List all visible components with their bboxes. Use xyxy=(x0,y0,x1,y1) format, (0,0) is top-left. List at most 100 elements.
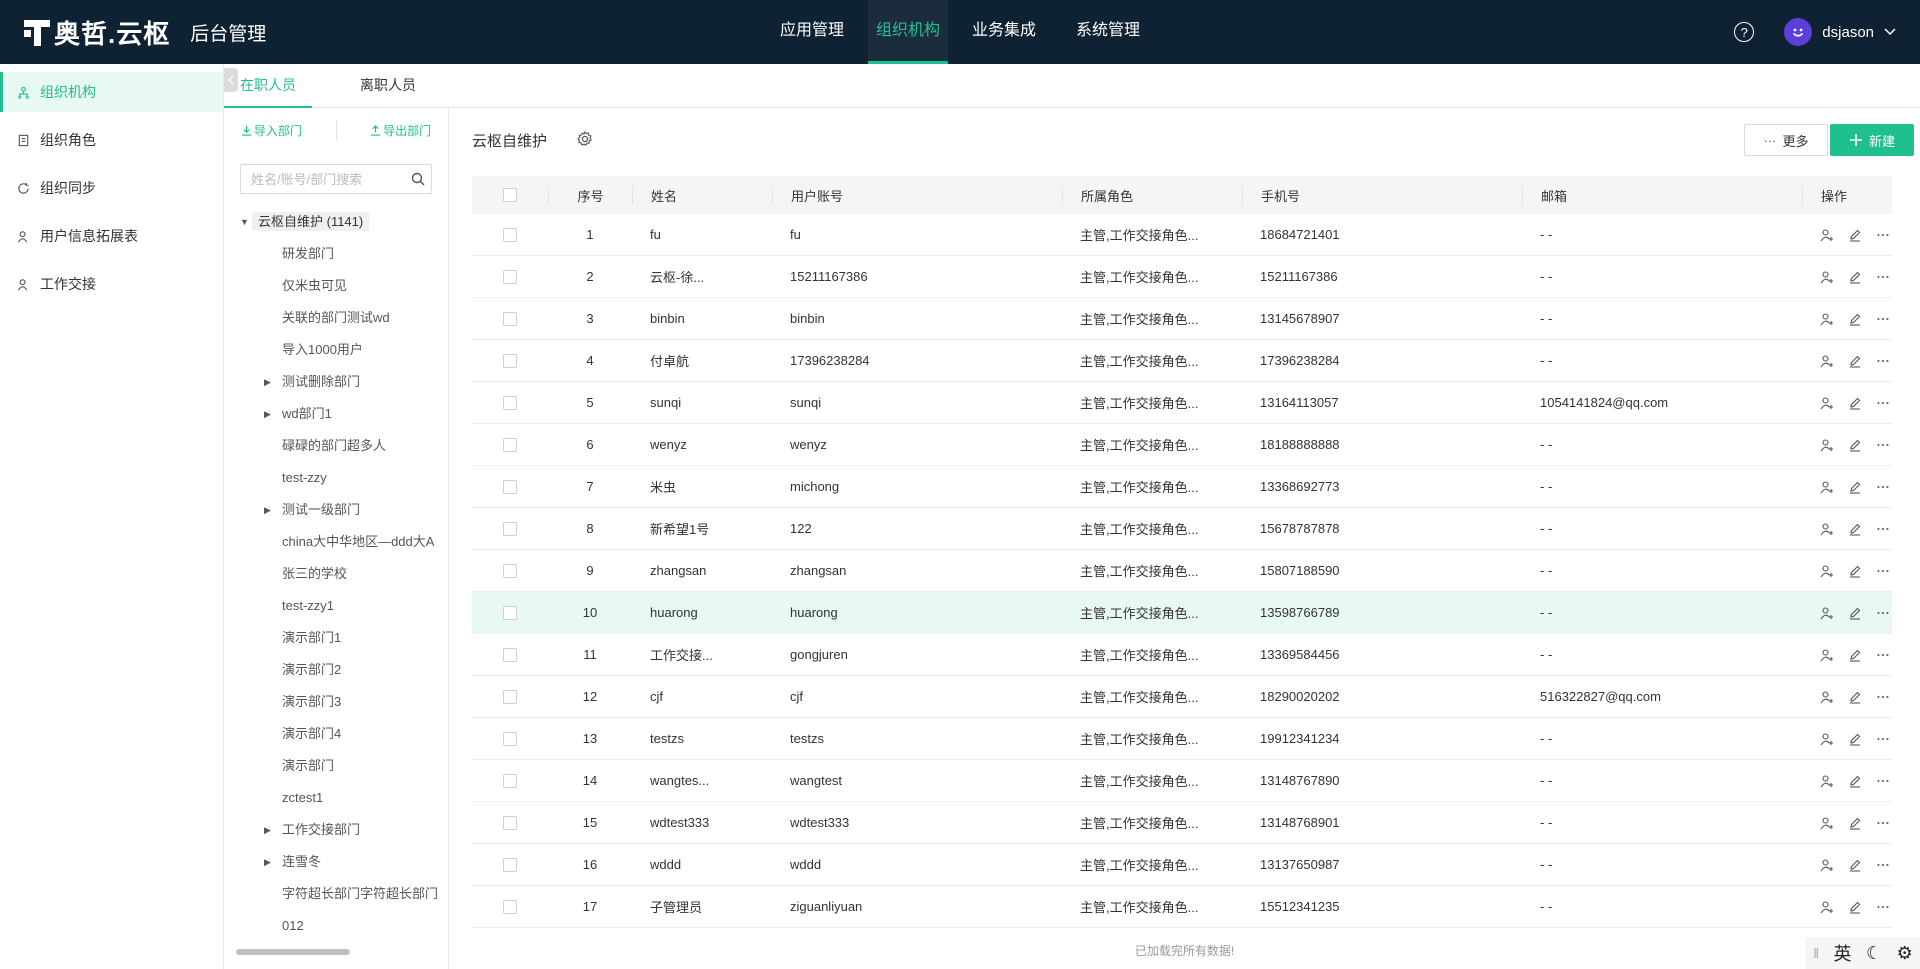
more-actions-icon[interactable] xyxy=(1876,690,1890,704)
edit-icon[interactable] xyxy=(1848,312,1862,326)
table-row[interactable]: 16 wddd wddd 主管,工作交接角色... 13137650987 - - xyxy=(472,844,1892,886)
table-row[interactable]: 2 云枢-徐... 15211167386 主管,工作交接角色... 152111673… xyxy=(472,256,1892,298)
row-checkbox[interactable] xyxy=(503,689,517,704)
tree-node[interactable]: 张三的学校 xyxy=(224,558,448,590)
tree-node[interactable]: ▶ 测试一级部门 xyxy=(224,494,448,526)
row-checkbox[interactable] xyxy=(503,437,517,452)
user-settings-icon[interactable] xyxy=(1820,858,1834,872)
collapse-handle[interactable] xyxy=(224,68,238,92)
row-checkbox[interactable] xyxy=(503,311,517,326)
username[interactable]: dsjason xyxy=(1822,24,1874,41)
caret-right-icon[interactable]: ▶ xyxy=(264,366,274,398)
caret-down-icon[interactable]: ▼ xyxy=(240,206,250,238)
more-actions-icon[interactable] xyxy=(1876,480,1890,494)
more-actions-icon[interactable] xyxy=(1876,732,1890,746)
tree-node[interactable]: 演示部门2 xyxy=(224,654,448,686)
row-checkbox[interactable] xyxy=(503,479,517,494)
horizontal-scrollbar[interactable] xyxy=(236,949,350,955)
table-row[interactable]: 14 wangtes... wangtest 主管,工作交接角色... 13148767… xyxy=(472,760,1892,802)
top-nav-item-1[interactable]: 组织机构 xyxy=(868,0,949,64)
edit-icon[interactable] xyxy=(1848,606,1862,620)
user-settings-icon[interactable] xyxy=(1820,648,1834,662)
table-row[interactable]: 9 zhangsan zhangsan 主管,工作交接角色... 15807188590… xyxy=(472,550,1892,592)
tree-node[interactable]: ▶ wd部门1 xyxy=(224,398,448,430)
new-button[interactable]: 新建 xyxy=(1830,124,1914,156)
row-checkbox[interactable] xyxy=(503,731,517,746)
table-row[interactable]: 10 huarong huarong 主管,工作交接角色... 13598766789 -… xyxy=(472,592,1892,634)
edit-icon[interactable] xyxy=(1848,900,1862,914)
row-checkbox[interactable] xyxy=(503,605,517,620)
tree-node[interactable]: zctest1 xyxy=(224,782,448,814)
more-actions-icon[interactable] xyxy=(1876,858,1890,872)
more-actions-icon[interactable] xyxy=(1876,816,1890,830)
user-settings-icon[interactable] xyxy=(1820,270,1834,284)
row-checkbox[interactable] xyxy=(503,815,517,830)
sidebar-item-3[interactable]: 用户信息拓展表 xyxy=(0,216,223,256)
user-settings-icon[interactable] xyxy=(1820,606,1834,620)
user-settings-icon[interactable] xyxy=(1820,438,1834,452)
tree-node[interactable]: ▶ 连雪冬 xyxy=(224,846,448,878)
tree-node[interactable]: 字符超长部门字符超长部门 xyxy=(224,878,448,910)
user-settings-icon[interactable] xyxy=(1820,396,1834,410)
row-checkbox[interactable] xyxy=(503,899,517,914)
tree-node[interactable]: 012 xyxy=(224,910,448,942)
sidebar-item-1[interactable]: 组织角色 xyxy=(0,120,223,160)
more-actions-icon[interactable] xyxy=(1876,774,1890,788)
gear-icon[interactable] xyxy=(576,130,594,148)
table-row[interactable]: 17 子管理员 ziguanliyuan 主管,工作交接角色... 1551234123… xyxy=(472,886,1892,928)
avatar[interactable] xyxy=(1784,18,1813,46)
tree-search-input[interactable] xyxy=(241,165,411,193)
edit-icon[interactable] xyxy=(1848,438,1862,452)
user-settings-icon[interactable] xyxy=(1820,732,1834,746)
tree-node[interactable]: 演示部门4 xyxy=(224,718,448,750)
tree-node[interactable]: 演示部门1 xyxy=(224,622,448,654)
help-icon[interactable]: ? xyxy=(1734,22,1755,42)
tree-node[interactable]: 演示部门3 xyxy=(224,686,448,718)
table-row[interactable]: 8 新希望1号 122 主管,工作交接角色... 15678787878 - - xyxy=(472,508,1892,550)
row-checkbox[interactable] xyxy=(503,269,517,284)
edit-icon[interactable] xyxy=(1848,228,1862,242)
row-checkbox[interactable] xyxy=(503,773,517,788)
select-all-checkbox[interactable] xyxy=(503,188,517,202)
chevron-down-icon[interactable] xyxy=(1884,25,1896,39)
top-nav-item-0[interactable]: 应用管理 xyxy=(772,0,852,64)
tree-node[interactable]: test-zzy xyxy=(224,462,448,494)
table-row[interactable]: 11 工作交接... gongjuren 主管,工作交接角色... 1336958445… xyxy=(472,634,1892,676)
moon-icon[interactable]: ☾ xyxy=(1866,943,1882,964)
edit-icon[interactable] xyxy=(1848,522,1862,536)
user-settings-icon[interactable] xyxy=(1820,900,1834,914)
edit-icon[interactable] xyxy=(1848,774,1862,788)
user-settings-icon[interactable] xyxy=(1820,228,1834,242)
edit-icon[interactable] xyxy=(1848,858,1862,872)
tab-1[interactable]: 离职人员 xyxy=(344,64,432,108)
table-row[interactable]: 6 wenyz wenyz 主管,工作交接角色... 18188888888 - - xyxy=(472,424,1892,466)
edit-icon[interactable] xyxy=(1848,396,1862,410)
sidebar-item-4[interactable]: 工作交接 xyxy=(0,264,223,304)
caret-right-icon[interactable]: ▶ xyxy=(264,494,274,526)
tree-node-root[interactable]: ▼ 云枢自维护 (1141) xyxy=(224,206,448,238)
edit-icon[interactable] xyxy=(1848,648,1862,662)
ime-handle[interactable]: ‖ xyxy=(1813,945,1819,961)
more-actions-icon[interactable] xyxy=(1876,564,1890,578)
more-actions-icon[interactable] xyxy=(1876,522,1890,536)
row-checkbox[interactable] xyxy=(503,857,517,872)
more-button[interactable]: ··· 更多 xyxy=(1744,124,1828,156)
tree-node[interactable]: test-zzy1 xyxy=(224,590,448,622)
row-checkbox[interactable] xyxy=(503,227,517,242)
row-checkbox[interactable] xyxy=(503,521,517,536)
more-actions-icon[interactable] xyxy=(1876,354,1890,368)
tree-node[interactable]: 演示部门 xyxy=(224,750,448,782)
edit-icon[interactable] xyxy=(1848,354,1862,368)
search-icon[interactable] xyxy=(411,172,425,186)
table-row[interactable]: 12 cjf cjf 主管,工作交接角色... 18290020202 516322827… xyxy=(472,676,1892,718)
more-actions-icon[interactable] xyxy=(1876,648,1890,662)
export-department-button[interactable]: 导出部门 xyxy=(370,122,431,139)
edit-icon[interactable] xyxy=(1848,270,1862,284)
more-actions-icon[interactable] xyxy=(1876,606,1890,620)
tree-node[interactable]: 关联的部门测试wd xyxy=(224,302,448,334)
user-settings-icon[interactable] xyxy=(1820,354,1834,368)
table-row[interactable]: 7 米虫 michong 主管,工作交接角色... 13368692773 - - xyxy=(472,466,1892,508)
table-row[interactable]: 4 付卓航 17396238284 主管,工作交接角色... 17396238284 - … xyxy=(472,340,1892,382)
more-actions-icon[interactable] xyxy=(1876,270,1890,284)
more-actions-icon[interactable] xyxy=(1876,900,1890,914)
